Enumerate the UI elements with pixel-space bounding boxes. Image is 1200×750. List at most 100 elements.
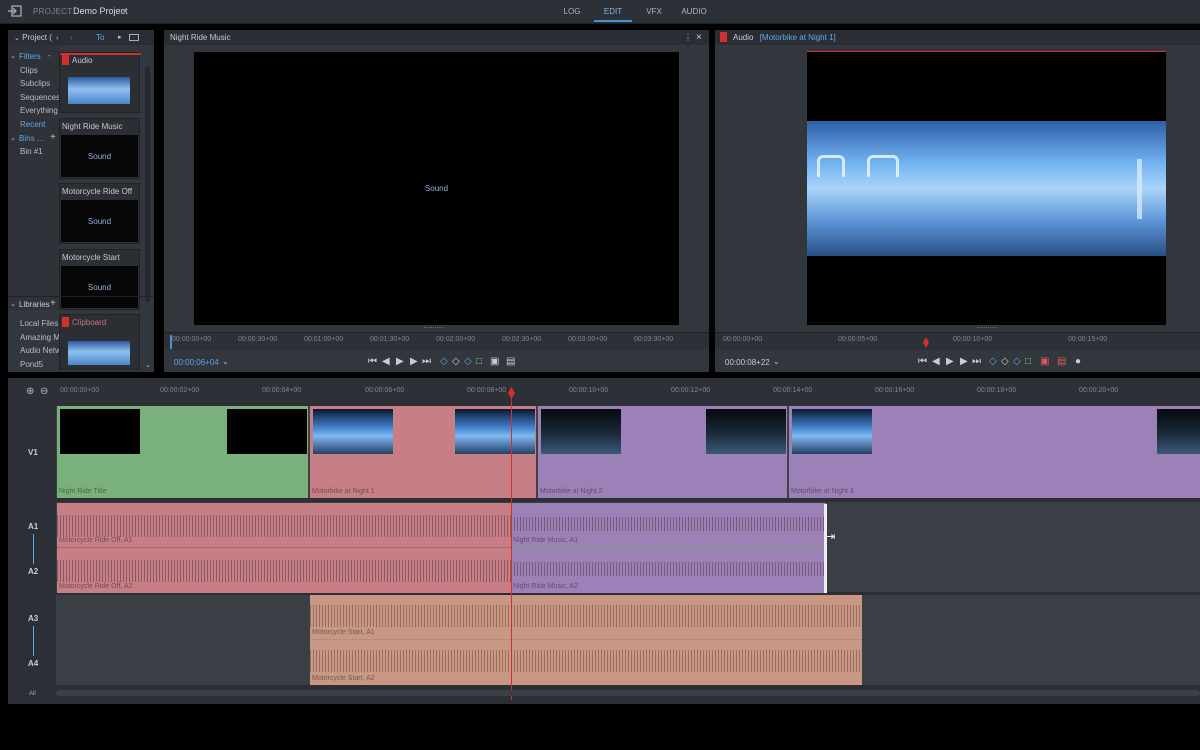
- go-to-end-icon[interactable]: ⏭: [972, 356, 981, 367]
- tab-log[interactable]: LOG: [552, 7, 592, 16]
- clear-marks-icon[interactable]: ◇: [1001, 356, 1009, 367]
- add-bin-icon[interactable]: +: [50, 132, 56, 143]
- collapse-icon[interactable]: ⌄: [14, 35, 20, 42]
- filter-recent[interactable]: Recent: [20, 120, 45, 129]
- library-local-files[interactable]: Local Files: [20, 319, 58, 328]
- tab-edit[interactable]: EDIT: [593, 7, 633, 16]
- source-video-display[interactable]: Sound: [194, 52, 679, 325]
- step-back-icon[interactable]: ◀: [932, 356, 940, 367]
- exit-icon[interactable]: [8, 5, 22, 18]
- audio-clip[interactable]: Night Ride Music, A1: [511, 503, 826, 548]
- audio-clip[interactable]: Motorcycle Start, A2: [310, 640, 862, 685]
- track-label-a3[interactable]: A3: [28, 614, 38, 623]
- add-marker-icon[interactable]: □: [1025, 356, 1031, 367]
- record-video-display[interactable]: [807, 52, 1166, 325]
- filters-chevron-icon[interactable]: ⌄: [10, 52, 16, 60]
- project-name[interactable]: Demo Project: [73, 6, 128, 16]
- lift-icon[interactable]: ▣: [1040, 356, 1049, 367]
- timecode-dropdown-icon[interactable]: ⌄: [222, 357, 229, 366]
- video-clip[interactable]: Night Ride Title: [57, 406, 309, 498]
- tab-vfx[interactable]: VFX: [634, 7, 674, 16]
- libraries-chevron-icon[interactable]: ⌄: [10, 300, 16, 308]
- timeline-ruler[interactable]: 00:00:00+00 00:00:02+00 00:00:04+00 00:0…: [56, 384, 1200, 402]
- tool-label[interactable]: To: [96, 30, 104, 45]
- resize-handle[interactable]: [424, 327, 444, 329]
- media-card-clipboard[interactable]: Clipboard: [59, 314, 140, 370]
- video-clip[interactable]: Motorbike at Night 2: [538, 406, 788, 498]
- audio-clip[interactable]: Night Ride Music, A2: [511, 548, 826, 593]
- more-options-icon[interactable]: ⋮: [684, 30, 692, 45]
- video-clip[interactable]: Motorbike at Night 3: [789, 406, 1200, 498]
- resize-handle[interactable]: [977, 327, 997, 329]
- zoom-in-icon[interactable]: ⊕: [26, 386, 34, 397]
- mark-out-icon[interactable]: ◇: [1013, 356, 1021, 367]
- close-icon[interactable]: ×: [696, 30, 702, 45]
- bins-chevron-icon[interactable]: ⌄: [10, 134, 16, 142]
- timecode-dropdown-icon[interactable]: ⌄: [773, 357, 780, 366]
- go-to-start-icon[interactable]: ⏮: [918, 356, 927, 367]
- extract-icon[interactable]: ▤: [1057, 356, 1066, 367]
- source-timecode[interactable]: 00:00:06+04: [174, 358, 219, 367]
- media-card-audio[interactable]: Audio: [59, 52, 141, 113]
- step-forward-icon[interactable]: ▶: [960, 356, 968, 367]
- scroll-down-icon[interactable]: ⌄: [145, 361, 151, 369]
- video-clip[interactable]: Motorbike at Night 1: [310, 406, 537, 498]
- mark-in-icon[interactable]: ◇: [989, 356, 997, 367]
- track-label-a1[interactable]: A1: [28, 522, 38, 531]
- track-label-a4[interactable]: A4: [28, 659, 38, 668]
- audio-clip[interactable]: Motorcycle Start, A1: [310, 595, 862, 640]
- filter-clips[interactable]: Clips: [20, 66, 38, 75]
- library-pond5[interactable]: Pond5: [20, 360, 43, 369]
- media-card-night-ride-music[interactable]: Night Ride Music Sound: [59, 118, 140, 179]
- add-library-icon[interactable]: +: [50, 298, 56, 309]
- libraries-label[interactable]: Libraries: [19, 300, 50, 309]
- forward-icon[interactable]: ›: [70, 30, 73, 45]
- source-ruler[interactable]: 00:00:00+00 00:00:30+00 00:01:00+00 00:0…: [164, 332, 709, 350]
- timeline-playhead[interactable]: [511, 398, 512, 700]
- trim-handle[interactable]: [824, 504, 827, 593]
- library-audio-network[interactable]: Audio Netw: [20, 346, 61, 355]
- record-timecode[interactable]: 00:00:08+22: [725, 358, 770, 367]
- insert-icon[interactable]: ▣: [490, 356, 499, 367]
- audio-clip[interactable]: Motorcycle Ride Off, A2: [57, 548, 511, 593]
- filter-sequences[interactable]: Sequences: [20, 93, 60, 102]
- project-scrollbar[interactable]: [145, 67, 150, 302]
- bins-label[interactable]: Bins ...: [19, 134, 43, 143]
- back-icon[interactable]: ‹: [56, 30, 59, 45]
- source-playhead[interactable]: [170, 335, 172, 349]
- tab-audio[interactable]: AUDIO: [674, 7, 714, 16]
- step-back-icon[interactable]: ◀: [382, 356, 390, 367]
- timeline-scrollbar[interactable]: [56, 690, 1200, 696]
- filters-label[interactable]: Filters: [19, 52, 41, 61]
- filters-menu-icon[interactable]: -: [48, 51, 51, 60]
- chevron-down-icon[interactable]: ⌄: [121, 5, 128, 14]
- add-marker-icon[interactable]: □: [476, 356, 482, 367]
- track-label-a2[interactable]: A2: [28, 567, 38, 576]
- play-icon[interactable]: ▶: [946, 356, 954, 367]
- microphone-icon[interactable]: ●: [1075, 356, 1081, 367]
- ruler-label: 00:02:00+00: [436, 336, 476, 343]
- go-to-start-icon[interactable]: ⏮: [368, 356, 377, 367]
- media-card-motorcycle-start[interactable]: Motorcycle Start Sound: [59, 249, 140, 310]
- media-card-motorcycle-ride-off[interactable]: Motorcycle Ride Off Sound: [59, 183, 140, 244]
- go-to-end-icon[interactable]: ⏭: [422, 356, 431, 367]
- play-icon[interactable]: ▶: [396, 356, 404, 367]
- play-small-icon[interactable]: ▸: [118, 30, 122, 45]
- clear-marks-icon[interactable]: ◇: [452, 356, 460, 367]
- track-label-v1[interactable]: V1: [28, 448, 38, 457]
- zoom-out-icon[interactable]: ⊖: [40, 386, 48, 397]
- filter-everything[interactable]: Everything: [20, 106, 58, 115]
- audio-clip[interactable]: Motorcycle Ride Off, A1: [57, 503, 511, 548]
- record-playhead[interactable]: [923, 337, 929, 348]
- view-toggle-icon[interactable]: [129, 34, 139, 41]
- mark-in-icon[interactable]: ◇: [440, 356, 448, 367]
- card-label: Motorcycle Start: [62, 253, 120, 262]
- all-tracks-label[interactable]: All: [29, 691, 36, 697]
- step-forward-icon[interactable]: ▶: [410, 356, 418, 367]
- mark-out-icon[interactable]: ◇: [464, 356, 472, 367]
- overwrite-icon[interactable]: ▤: [506, 356, 515, 367]
- filter-subclips[interactable]: Subclips: [20, 79, 50, 88]
- bin-item[interactable]: Bin #1: [20, 147, 43, 156]
- library-amazing-music[interactable]: Amazing M: [20, 333, 60, 342]
- record-ruler[interactable]: 00:00:00+00 00:00:05+00 00:00:10+00 00:0…: [715, 332, 1200, 350]
